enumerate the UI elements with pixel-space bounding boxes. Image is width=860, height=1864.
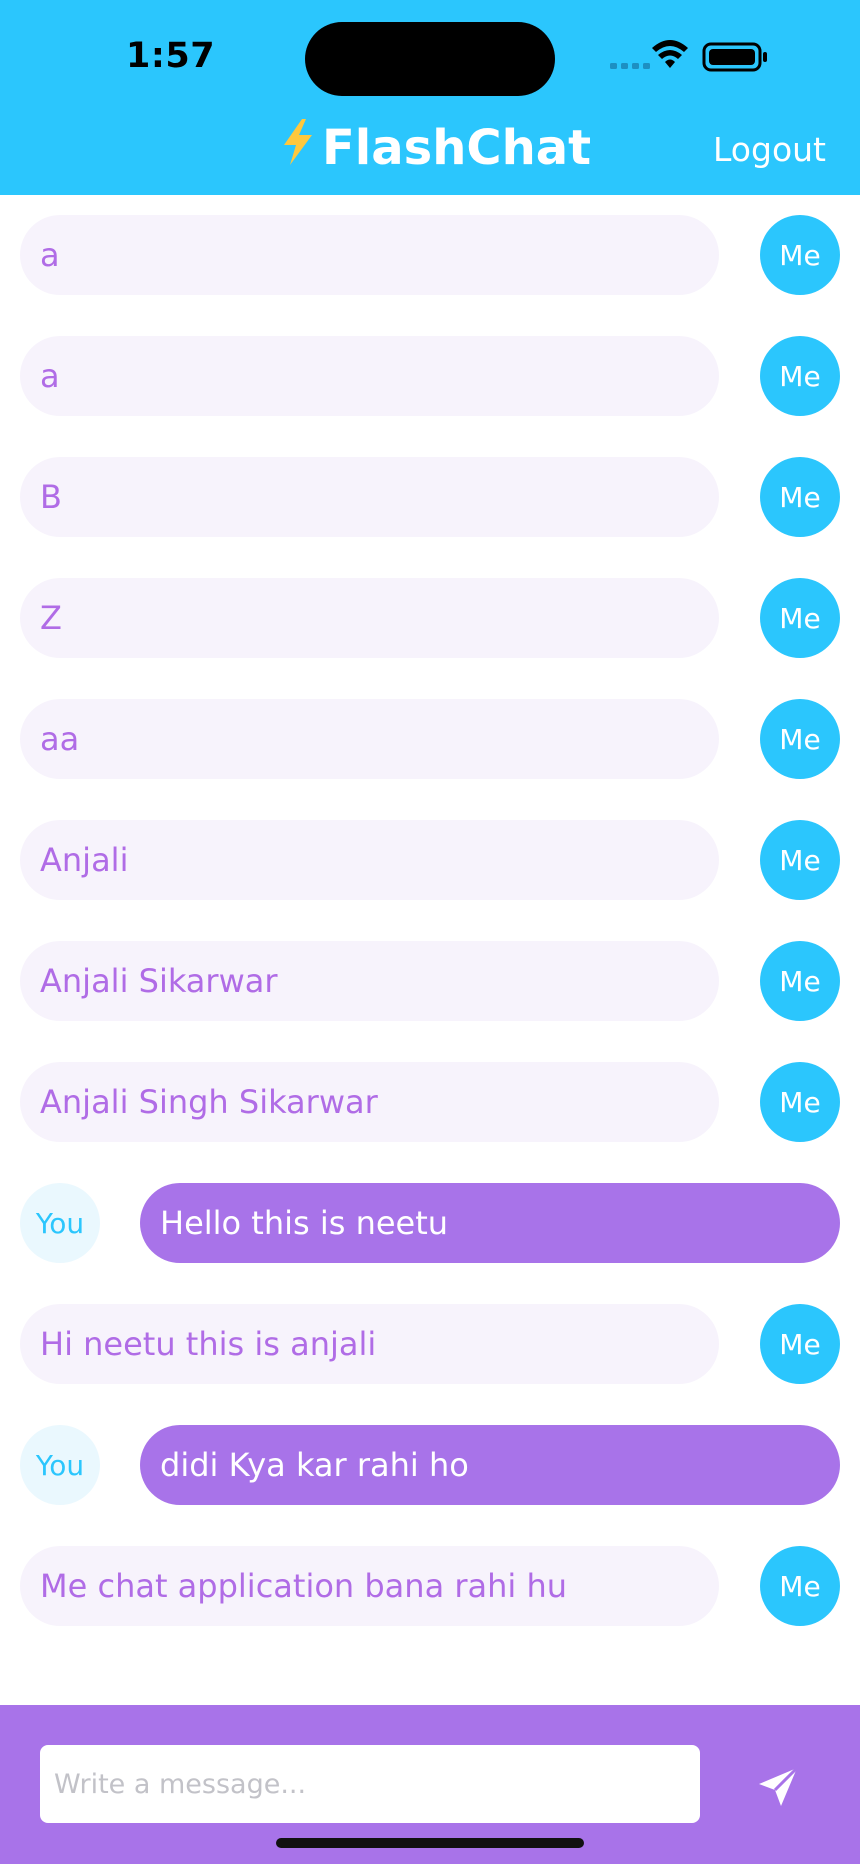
message-bubble: aa [20,699,719,779]
message-row: Anjali Me [0,820,860,900]
message-row: Anjali Sikarwar Me [0,941,860,1021]
avatar: Me [760,457,840,537]
avatar: Me [760,1062,840,1142]
message-bubble: a [20,336,719,416]
app-header: 1:57 FlashChat Logout [0,0,860,195]
status-icons [610,40,767,72]
avatar: Me [760,1304,840,1384]
message-bubble: Hi neetu this is anjali [20,1304,719,1384]
message-bubble: didi Kya kar rahi ho [140,1425,840,1505]
message-row: B Me [0,457,860,537]
message-bubble: Z [20,578,719,658]
send-button[interactable] [752,1761,804,1813]
avatar: Me [760,1546,840,1626]
wifi-icon [652,40,688,68]
dynamic-island [305,22,555,96]
message-bubble: B [20,457,719,537]
message-row: a Me [0,336,860,416]
avatar: Me [760,941,840,1021]
status-time: 1:57 [126,36,216,76]
avatar: You [20,1183,100,1263]
message-row: Hi neetu this is anjali Me [0,1304,860,1384]
app-title: FlashChat [280,119,592,177]
avatar: You [20,1425,100,1505]
message-input[interactable] [40,1745,700,1823]
message-row: aa Me [0,699,860,779]
message-bubble: Me chat application bana rahi hu [20,1546,719,1626]
message-row: Me chat application bana rahi hu Me [0,1546,860,1626]
app-title-text: FlashChat [322,120,592,176]
home-indicator [276,1838,584,1848]
message-row: Anjali Singh Sikarwar Me [0,1062,860,1142]
message-row: You didi Kya kar rahi ho [0,1425,860,1505]
message-composer [0,1705,860,1864]
avatar: Me [760,820,840,900]
avatar: Me [760,699,840,779]
avatar: Me [760,336,840,416]
message-bubble: a [20,215,719,295]
message-bubble: Anjali Sikarwar [20,941,719,1021]
message-row: a Me [0,215,860,295]
paper-plane-icon [759,1766,799,1806]
message-bubble: Anjali [20,820,719,900]
battery-icon [702,42,767,72]
avatar: Me [760,578,840,658]
message-bubble: Hello this is neetu [140,1183,840,1263]
message-row: Z Me [0,578,860,658]
avatar: Me [760,215,840,295]
message-list[interactable]: a Me a Me B Me Z Me aa Me Anjali Me Anja… [0,195,860,1705]
message-row: You Hello this is neetu [0,1183,860,1263]
cellular-signal-icon [610,63,650,69]
lightning-bolt-icon [280,119,316,177]
logout-button[interactable]: Logout [713,130,826,169]
message-bubble: Anjali Singh Sikarwar [20,1062,719,1142]
